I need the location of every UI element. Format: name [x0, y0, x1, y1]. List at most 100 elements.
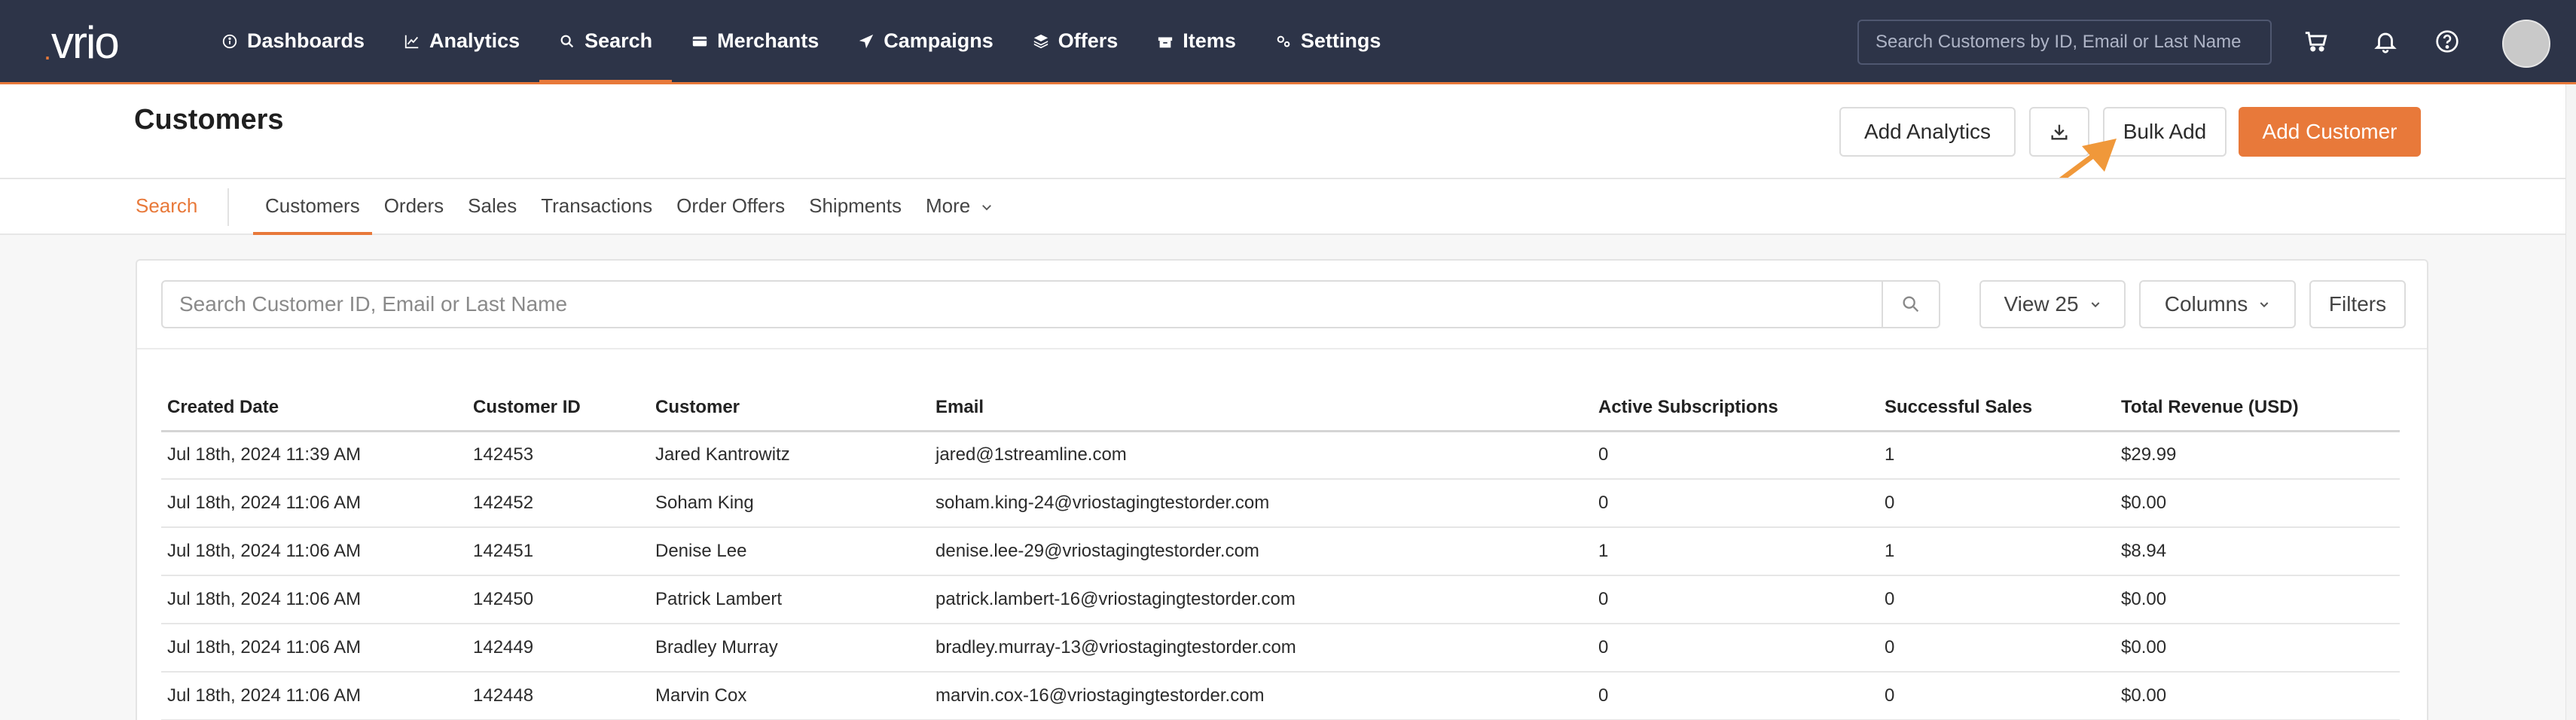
vrio-logo[interactable]: . vrio	[44, 17, 120, 68]
cell-email: jared@1streamline.com	[929, 431, 1592, 480]
cart-icon[interactable]	[2302, 27, 2330, 56]
cell-email: denise.lee-29@vriostagingtestorder.com	[929, 527, 1592, 576]
tab-more[interactable]: More	[914, 179, 1006, 235]
nav-label: Merchants	[717, 29, 819, 52]
nav-merchants[interactable]: Merchants	[672, 0, 838, 82]
view-count-select[interactable]: View 25	[1979, 280, 2126, 328]
chevron-down-icon	[982, 205, 992, 211]
cell-email: marvin.cox-16@vriostagingtestorder.com	[929, 672, 1592, 720]
subnav-separator	[227, 188, 229, 226]
columns-select[interactable]: Columns	[2139, 280, 2296, 328]
add-analytics-button[interactable]: Add Analytics	[1839, 107, 2016, 157]
global-search-input[interactable]	[1857, 20, 2272, 65]
cell-customer: Denise Lee	[649, 527, 929, 576]
cell-active-subscriptions: 0	[1592, 575, 1879, 624]
cell-total-revenue: $0.00	[2115, 479, 2400, 528]
tab-orders[interactable]: Orders	[372, 179, 456, 235]
nav-items[interactable]: Items	[1137, 0, 1256, 82]
column-header-email[interactable]: Email	[929, 386, 1592, 432]
cell-customer-id: 142451	[467, 527, 649, 576]
cell-total-revenue: $0.00	[2115, 575, 2400, 624]
nav-label: Offers	[1058, 29, 1119, 52]
top-navigation-bar: . vrio Dashboards Analytics Search Mercha…	[0, 0, 2576, 84]
add-customer-button[interactable]: Add Customer	[2239, 107, 2421, 157]
sub-navigation: Search Customers Orders Sales Transactio…	[0, 179, 2565, 235]
table-row[interactable]: Jul 18th, 2024 11:39 AM 142453 Jared Kan…	[161, 431, 2400, 480]
cell-total-revenue: $0.00	[2115, 672, 2400, 720]
cell-customer: Jared Kantrowitz	[649, 431, 929, 480]
nav-search[interactable]: Search	[539, 0, 673, 84]
paper-plane-icon	[859, 34, 874, 48]
nav-dashboards[interactable]: Dashboards	[202, 0, 384, 82]
cell-email: patrick.lambert-16@vriostagingtestorder.…	[929, 575, 1592, 624]
nav-campaigns[interactable]: Campaigns	[838, 0, 1013, 82]
tab-sales[interactable]: Sales	[456, 179, 529, 235]
filters-button[interactable]: Filters	[2309, 280, 2406, 328]
nav-label: Campaigns	[884, 29, 993, 52]
help-icon[interactable]	[2433, 27, 2462, 56]
customer-search-input[interactable]	[161, 280, 1883, 328]
table-row[interactable]: Jul 18th, 2024 11:06 AM 142449 Bradley M…	[161, 624, 2400, 673]
view-count-label: View 25	[2004, 292, 2079, 316]
cell-customer: Patrick Lambert	[649, 575, 929, 624]
cell-active-subscriptions: 0	[1592, 624, 1879, 673]
table-row[interactable]: Jul 18th, 2024 11:06 AM 142451 Denise Le…	[161, 527, 2400, 576]
column-header-active-subscriptions[interactable]: Active Subscriptions	[1592, 386, 1879, 432]
cell-total-revenue: $0.00	[2115, 624, 2400, 673]
nav-label: Search	[584, 29, 653, 52]
cell-successful-sales: 0	[1879, 672, 2115, 720]
column-header-created-date[interactable]: Created Date	[161, 386, 467, 432]
cell-created-date: Jul 18th, 2024 11:06 AM	[161, 672, 467, 720]
cell-customer-id: 142449	[467, 624, 649, 673]
tab-customers[interactable]: Customers	[253, 179, 372, 235]
bell-icon[interactable]	[2371, 27, 2400, 56]
column-header-customer[interactable]: Customer	[649, 386, 929, 432]
subnav-section-label[interactable]: Search	[136, 194, 197, 218]
column-header-customer-id[interactable]: Customer ID	[467, 386, 649, 432]
subnav-tabs: Customers Orders Sales Transactions Orde…	[253, 179, 1006, 235]
cell-customer-id: 142453	[467, 431, 649, 480]
cell-customer-id: 142452	[467, 479, 649, 528]
line-chart-icon	[404, 35, 419, 48]
nav-analytics[interactable]: Analytics	[384, 0, 539, 82]
cell-successful-sales: 0	[1879, 479, 2115, 528]
gears-icon	[1277, 35, 1290, 47]
nav-label: Items	[1183, 29, 1236, 52]
cell-created-date: Jul 18th, 2024 11:06 AM	[161, 575, 467, 624]
tab-order-offers[interactable]: Order Offers	[664, 179, 797, 235]
column-header-total-revenue[interactable]: Total Revenue (USD)	[2115, 386, 2400, 432]
chevron-down-icon	[2260, 302, 2269, 308]
cell-email: bradley.murray-13@vriostagingtestorder.c…	[929, 624, 1592, 673]
nav-settings[interactable]: Settings	[1256, 0, 1401, 82]
tab-shipments[interactable]: Shipments	[797, 179, 914, 235]
table-row[interactable]: Jul 18th, 2024 11:06 AM 142448 Marvin Co…	[161, 672, 2400, 720]
nav-offers[interactable]: Offers	[1013, 0, 1138, 82]
column-header-successful-sales[interactable]: Successful Sales	[1879, 386, 2115, 432]
user-avatar[interactable]	[2502, 20, 2550, 68]
cell-customer-id: 142450	[467, 575, 649, 624]
tab-transactions[interactable]: Transactions	[529, 179, 664, 235]
search-icon	[560, 35, 574, 47]
table-row[interactable]: Jul 18th, 2024 11:06 AM 142450 Patrick L…	[161, 575, 2400, 624]
page-scrollbar[interactable]	[2565, 84, 2576, 720]
tab-more-label: More	[925, 194, 971, 217]
nav-label: Analytics	[429, 29, 520, 52]
cell-customer: Marvin Cox	[649, 672, 929, 720]
cell-active-subscriptions: 0	[1592, 431, 1879, 480]
cell-active-subscriptions: 0	[1592, 672, 1879, 720]
credit-card-icon	[693, 36, 707, 46]
filters-label: Filters	[2328, 292, 2387, 316]
cell-successful-sales: 0	[1879, 624, 2115, 673]
cell-successful-sales: 1	[1879, 431, 2115, 480]
customers-table: Created Date Customer ID Customer Email …	[161, 386, 2400, 720]
layers-icon	[1033, 34, 1048, 48]
table-row[interactable]: Jul 18th, 2024 11:06 AM 142452 Soham Kin…	[161, 479, 2400, 528]
cell-customer: Bradley Murray	[649, 624, 929, 673]
cell-active-subscriptions: 1	[1592, 527, 1879, 576]
nav-label: Dashboards	[247, 29, 365, 52]
search-submit-button[interactable]	[1882, 280, 1940, 328]
cell-total-revenue: $29.99	[2115, 431, 2400, 480]
cell-created-date: Jul 18th, 2024 11:39 AM	[161, 431, 467, 480]
nav-label: Settings	[1300, 29, 1381, 52]
cell-total-revenue: $8.94	[2115, 527, 2400, 576]
